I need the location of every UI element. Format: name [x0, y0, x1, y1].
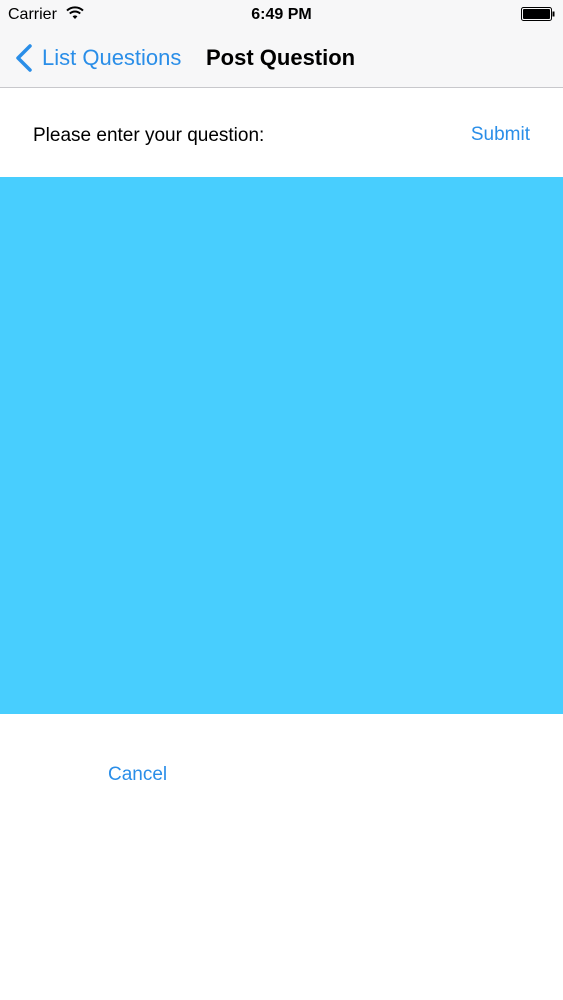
submit-button[interactable]: Submit — [471, 123, 530, 147]
chevron-left-icon — [16, 44, 32, 72]
status-bar: Carrier 6:49 PM — [0, 0, 563, 30]
cancel-button[interactable]: Cancel — [108, 763, 167, 787]
back-button-label: List Questions — [42, 45, 182, 70]
navigation-bar: List Questions Post Question — [0, 30, 563, 88]
question-prompt-label: Please enter your question: — [33, 125, 265, 146]
back-button[interactable]: List Questions — [14, 42, 181, 74]
battery-icon — [521, 7, 555, 21]
question-input[interactable] — [0, 177, 563, 714]
post-question-screen: Carrier 6:49 PM List Questions Post Ques… — [0, 0, 563, 1000]
status-time: 6:49 PM — [251, 6, 312, 23]
prompt-row: Please enter your question: Submit — [0, 88, 563, 177]
page-title: Post Question — [206, 45, 356, 70]
